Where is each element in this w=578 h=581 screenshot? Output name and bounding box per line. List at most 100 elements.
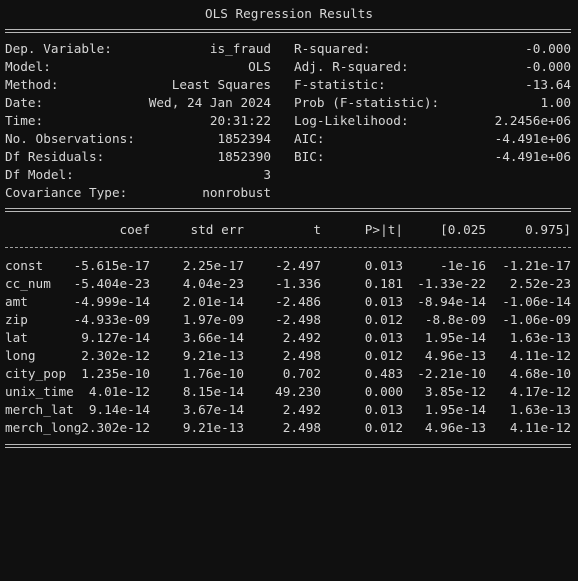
table-row: city_pop 1.235e-10 1.76e-10 0.702 0.483 … xyxy=(5,365,571,383)
summary-value-2: -0.000 xyxy=(525,59,571,74)
summary-value: is_fraud xyxy=(209,41,271,56)
coef-value: 2.302e-12 xyxy=(81,348,150,363)
table-row: merch_lat 9.14e-14 3.67e-14 2.492 0.013 … xyxy=(5,401,571,419)
table-row: const -5.615e-17 2.25e-17 -2.497 0.013 -… xyxy=(5,257,571,275)
summary-value-2: -4.491e+06 xyxy=(494,149,571,164)
summary-row: No. Observations: 1852394 AIC: -4.491e+0… xyxy=(5,130,571,148)
top-double-rule xyxy=(5,29,571,33)
ci-upper-header: 0.975] xyxy=(525,222,571,237)
ci-upper-value: 1.63e-13 xyxy=(509,330,571,345)
summary-label: Df Model: xyxy=(5,167,74,182)
summary-value: 20:31:22 xyxy=(209,113,271,128)
variable-name: unix_time xyxy=(5,384,74,399)
summary-value: OLS xyxy=(248,59,271,74)
ci-upper-value: 2.52e-23 xyxy=(509,276,571,291)
ci-lower-value: 1.95e-14 xyxy=(424,402,486,417)
summary-label: Df Residuals: xyxy=(5,149,105,164)
summary-row: Date: Wed, 24 Jan 2024 Prob (F-statistic… xyxy=(5,94,571,112)
summary-value: Wed, 24 Jan 2024 xyxy=(148,95,271,110)
t-header: t xyxy=(313,222,321,237)
summary-value: Least Squares xyxy=(171,77,271,92)
coef-value: 9.14e-14 xyxy=(88,402,150,417)
ci-lower-value: -1e-16 xyxy=(440,258,486,273)
coef-value: 4.01e-12 xyxy=(88,384,150,399)
ci-lower-value: 4.96e-13 xyxy=(424,420,486,435)
coef-value: 1.235e-10 xyxy=(81,366,150,381)
table-row: amt -4.999e-14 2.01e-14 -2.486 0.013 -8.… xyxy=(5,293,571,311)
ci-upper-value: -1.06e-14 xyxy=(502,294,571,309)
summary-row: Covariance Type: nonrobust xyxy=(5,184,571,202)
variable-name: long xyxy=(5,348,36,363)
t-value: 0.702 xyxy=(282,366,321,381)
ci-lower-header: [0.025 xyxy=(440,222,486,237)
coef-value: -4.933e-09 xyxy=(73,312,150,327)
variable-name: const xyxy=(5,258,44,273)
summary-value: 1852390 xyxy=(217,149,271,164)
t-value: 2.492 xyxy=(282,402,321,417)
summary-row: Method: Least Squares F-statistic: -13.6… xyxy=(5,76,571,94)
coef-value: -5.404e-23 xyxy=(73,276,150,291)
coef-value: -5.615e-17 xyxy=(73,258,150,273)
variable-name: city_pop xyxy=(5,366,67,381)
summary-row: Dep. Variable: is_fraud R-squared: -0.00… xyxy=(5,40,571,58)
t-value: 49.230 xyxy=(275,384,321,399)
table-row: zip -4.933e-09 1.97e-09 -2.498 0.012 -8.… xyxy=(5,311,571,329)
ci-lower-value: -1.33e-22 xyxy=(417,276,486,291)
summary-value-2: -13.64 xyxy=(525,77,571,92)
ci-upper-value: 1.63e-13 xyxy=(509,402,571,417)
p-value: 0.013 xyxy=(364,258,403,273)
t-value: 2.498 xyxy=(282,420,321,435)
variable-name: amt xyxy=(5,294,28,309)
p-value: 0.013 xyxy=(364,330,403,345)
summary-label: Dep. Variable: xyxy=(5,41,112,56)
t-value: -2.497 xyxy=(275,258,321,273)
summary-value-2: -0.000 xyxy=(525,41,571,56)
summary-row: Df Model: 3 xyxy=(5,166,571,184)
p-value: 0.000 xyxy=(364,384,403,399)
table-row: cc_num -5.404e-23 4.04e-23 -1.336 0.181 … xyxy=(5,275,571,293)
summary-label: Covariance Type: xyxy=(5,185,128,200)
summary-value: nonrobust xyxy=(202,185,271,200)
ci-upper-value: 4.11e-12 xyxy=(509,420,571,435)
summary-row: Model: OLS Adj. R-squared: -0.000 xyxy=(5,58,571,76)
std-err-value: 1.76e-10 xyxy=(182,366,244,381)
summary-value-2: 2.2456e+06 xyxy=(494,113,571,128)
std-err-value: 4.04e-23 xyxy=(182,276,244,291)
std-err-value: 8.15e-14 xyxy=(182,384,244,399)
summary-value-2: -4.491e+06 xyxy=(494,131,571,146)
results-title: OLS Regression Results xyxy=(204,6,374,21)
std-err-value: 2.01e-14 xyxy=(182,294,244,309)
coef-header-row: coef std err t P>|t| [0.025 0.975] xyxy=(5,221,571,239)
summary-label-2: BIC: xyxy=(294,149,325,164)
p-value: 0.483 xyxy=(364,366,403,381)
std-err-value: 3.66e-14 xyxy=(182,330,244,345)
variable-name: merch_lat xyxy=(5,402,74,417)
summary-label: Model: xyxy=(5,59,51,74)
middle-double-rule xyxy=(5,208,571,212)
p-value: 0.013 xyxy=(364,402,403,417)
summary-row: Df Residuals: 1852390 BIC: -4.491e+06 xyxy=(5,148,571,166)
p-value-header: P>|t| xyxy=(364,222,403,237)
std-err-value: 2.25e-17 xyxy=(182,258,244,273)
summary-row: Time: 20:31:22 Log-Likelihood: 2.2456e+0… xyxy=(5,112,571,130)
p-value: 0.181 xyxy=(364,276,403,291)
table-row: merch_long 2.302e-12 9.21e-13 2.498 0.01… xyxy=(5,419,571,437)
variable-name: zip xyxy=(5,312,28,327)
table-row: long 2.302e-12 9.21e-13 2.498 0.012 4.96… xyxy=(5,347,571,365)
summary-label-2: Prob (F-statistic): xyxy=(294,95,440,110)
ci-lower-value: 3.85e-12 xyxy=(424,384,486,399)
coef-value: 9.127e-14 xyxy=(81,330,150,345)
summary-label-2: Log-Likelihood: xyxy=(294,113,409,128)
summary-label-2: F-statistic: xyxy=(294,77,386,92)
p-value: 0.012 xyxy=(364,312,403,327)
t-value: -1.336 xyxy=(275,276,321,291)
summary-value-2: 1.00 xyxy=(540,95,571,110)
p-value: 0.012 xyxy=(364,348,403,363)
summary-value: 1852394 xyxy=(217,131,271,146)
summary-label-2: Adj. R-squared: xyxy=(294,59,409,74)
ci-lower-value: -8.8e-09 xyxy=(424,312,486,327)
variable-name: lat xyxy=(5,330,28,345)
std-err-value: 9.21e-13 xyxy=(182,420,244,435)
ci-lower-value: -8.94e-14 xyxy=(417,294,486,309)
t-value: -2.498 xyxy=(275,312,321,327)
